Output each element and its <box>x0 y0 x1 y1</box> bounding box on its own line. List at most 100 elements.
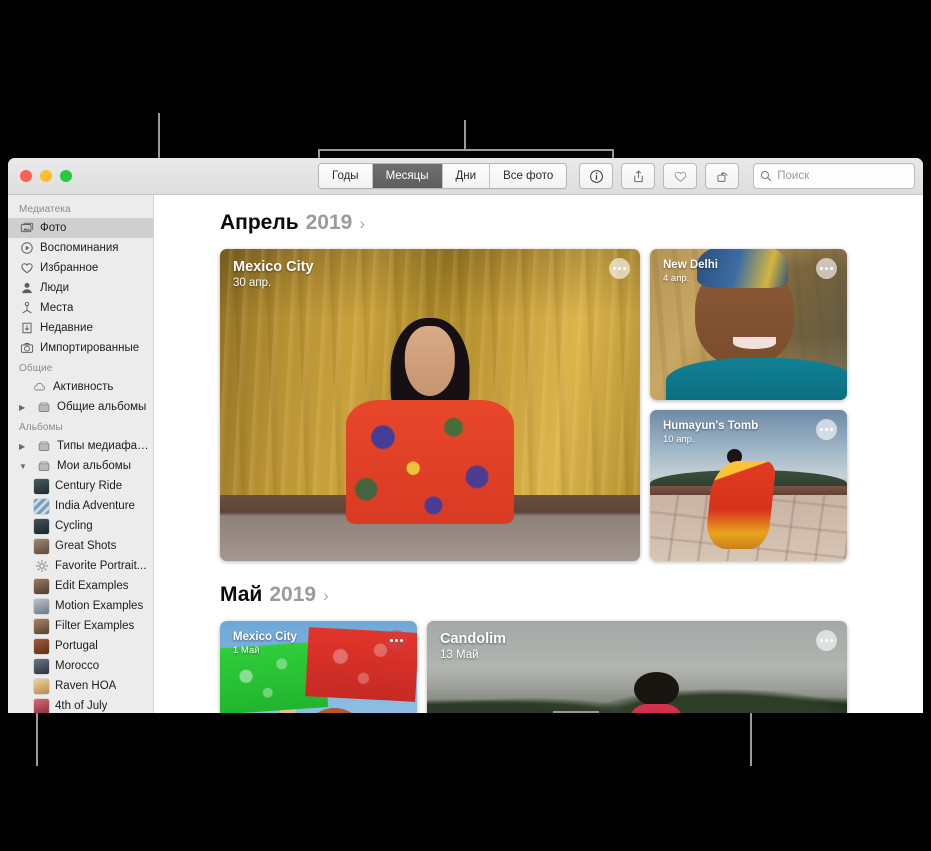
search-placeholder: Поиск <box>777 170 810 182</box>
album-thumbnail <box>34 658 49 674</box>
traffic-light-buttons <box>8 170 72 182</box>
sidebar-item-media-types[interactable]: ▶ Типы медиафайлов <box>8 436 153 456</box>
rotate-icon <box>717 171 728 182</box>
recents-icon <box>19 321 34 336</box>
heart-icon <box>19 261 34 276</box>
month-header-april[interactable]: Апрель 2019 › <box>220 211 923 235</box>
photo-card-humayuns-tomb[interactable]: Humayun's Tomb 10 апр. <box>650 410 847 561</box>
view-mode-segmented-control[interactable]: Годы Месяцы Дни Все фото <box>318 163 568 189</box>
photo-card-title: New Delhi <box>663 259 718 271</box>
callout-line-album-item-pointer <box>36 704 38 766</box>
sidebar-item-album[interactable]: India Adventure <box>8 496 153 516</box>
sidebar-item-album[interactable]: 4th of July <box>8 696 153 713</box>
info-icon <box>589 169 603 183</box>
sidebar-item-shared-albums[interactable]: ▶ Общие альбомы <box>8 397 153 417</box>
album-thumbnail <box>34 518 49 534</box>
photo-card-mexico-city-may[interactable]: Mexico City 1 Май <box>220 621 417 713</box>
cloud-icon <box>32 380 47 395</box>
photos-grid[interactable]: Апрель 2019 › Mexico City 30 апр. New De… <box>154 195 923 713</box>
sidebar-item-people[interactable]: Люди <box>8 278 153 298</box>
tab-years[interactable]: Годы <box>319 164 373 188</box>
sidebar-item-album[interactable]: Edit Examples <box>8 576 153 596</box>
photo-card-date: 13 Май <box>440 649 479 661</box>
photos-app-window: Годы Месяцы Дни Все фото Поиск Медиатека… <box>8 158 923 713</box>
photo-card-title: Mexico City <box>233 631 297 643</box>
chevron-right-icon[interactable]: › <box>323 586 329 606</box>
sidebar-item-album[interactable]: Century Ride <box>8 476 153 496</box>
rotate-button[interactable] <box>705 163 740 189</box>
sidebar-item-label: Century Ride <box>55 480 123 492</box>
more-options-button[interactable] <box>609 258 630 279</box>
photo-card-new-delhi[interactable]: New Delhi 4 апр. <box>650 249 847 400</box>
sidebar-item-label: Типы медиафайлов <box>57 440 153 452</box>
album-thumbnail <box>34 698 49 713</box>
search-field[interactable]: Поиск <box>753 163 916 189</box>
sidebar-item-album[interactable]: Morocco <box>8 656 153 676</box>
sidebar-item-label: Edit Examples <box>55 580 129 592</box>
memories-icon <box>19 241 34 256</box>
photo-card-candolim[interactable]: Candolim 13 Май <box>427 621 847 713</box>
sidebar-section-header-albums: Альбомы <box>19 422 63 433</box>
share-button[interactable] <box>621 163 656 189</box>
sidebar-item-my-albums[interactable]: ▼ Мои альбомы <box>8 456 153 476</box>
folder-icon <box>36 400 51 415</box>
folder-icon <box>36 439 51 454</box>
more-options-button[interactable] <box>386 630 407 651</box>
tab-all-photos[interactable]: Все фото <box>490 164 567 188</box>
toolbar: Годы Месяцы Дни Все фото Поиск <box>318 163 916 189</box>
sidebar-item-memories[interactable]: Воспоминания <box>8 238 153 258</box>
sidebar-item-label: India Adventure <box>55 500 135 512</box>
album-thumbnail <box>34 498 49 514</box>
more-options-button[interactable] <box>816 630 837 651</box>
sidebar-item-label: Morocco <box>55 660 100 672</box>
photo-card-title: Mexico City <box>233 259 314 275</box>
photo-card-mexico-city-april[interactable]: Mexico City 30 апр. <box>220 249 640 561</box>
sidebar-item-label: Активность <box>53 381 114 393</box>
sidebar-item-album[interactable]: Great Shots <box>8 536 153 556</box>
tab-months[interactable]: Месяцы <box>372 164 443 188</box>
month-name: Май <box>220 583 263 606</box>
sidebar-item-label: Недавние <box>40 322 93 334</box>
chevron-right-icon[interactable]: ▶ <box>19 403 28 412</box>
sidebar-item-imported[interactable]: Импортированные <box>8 338 153 358</box>
sidebar-item-label: Мои альбомы <box>57 460 131 472</box>
chevron-right-icon[interactable]: › <box>359 214 365 234</box>
heart-icon <box>674 171 686 182</box>
tab-days[interactable]: Дни <box>442 164 491 188</box>
sidebar-item-album[interactable]: Portugal <box>8 636 153 656</box>
sidebar[interactable]: Медиатека Фото Воспоминания Избранное Лю… <box>8 195 154 713</box>
photo-card-caption: Mexico City 1 Май <box>233 631 297 656</box>
photo-card-caption: Humayun's Tomb 10 апр. <box>663 420 758 445</box>
chevron-down-icon[interactable]: ▼ <box>19 462 28 471</box>
more-options-button[interactable] <box>816 258 837 279</box>
month-year: 2019 <box>305 211 353 234</box>
close-button[interactable] <box>20 170 32 182</box>
sidebar-item-places[interactable]: Места <box>8 298 153 318</box>
chevron-right-icon[interactable]: ▶ <box>19 442 28 451</box>
month-header-may[interactable]: Май 2019 › <box>220 583 923 607</box>
sidebar-item-label: Люди <box>40 282 70 294</box>
more-options-button[interactable] <box>816 419 837 440</box>
minimize-button[interactable] <box>40 170 52 182</box>
sidebar-item-album[interactable]: Raven HOA <box>8 676 153 696</box>
photo-card-caption: Candolim 13 Май <box>440 631 506 661</box>
sidebar-item-recents[interactable]: Недавние <box>8 318 153 338</box>
favorite-button[interactable] <box>663 163 698 189</box>
album-thumbnail <box>34 598 49 614</box>
person-icon <box>19 281 34 296</box>
sidebar-item-photos[interactable]: Фото <box>8 218 153 238</box>
sidebar-item-album[interactable]: Cycling <box>8 516 153 536</box>
sidebar-section-header-library: Медиатека <box>19 204 71 215</box>
share-icon <box>633 169 643 182</box>
window-body: Медиатека Фото Воспоминания Избранное Лю… <box>8 195 923 713</box>
sidebar-item-smart-album[interactable]: Favorite Portrait... <box>8 556 153 576</box>
photos-icon <box>19 221 34 236</box>
sidebar-item-favorites[interactable]: Избранное <box>8 258 153 278</box>
album-thumbnail <box>34 578 49 594</box>
sidebar-item-activity[interactable]: Активность <box>8 377 153 397</box>
info-button[interactable] <box>579 163 614 189</box>
sidebar-item-label: Raven HOA <box>55 680 117 692</box>
sidebar-item-album[interactable]: Filter Examples <box>8 616 153 636</box>
zoom-button[interactable] <box>60 170 72 182</box>
sidebar-item-album[interactable]: Motion Examples <box>8 596 153 616</box>
